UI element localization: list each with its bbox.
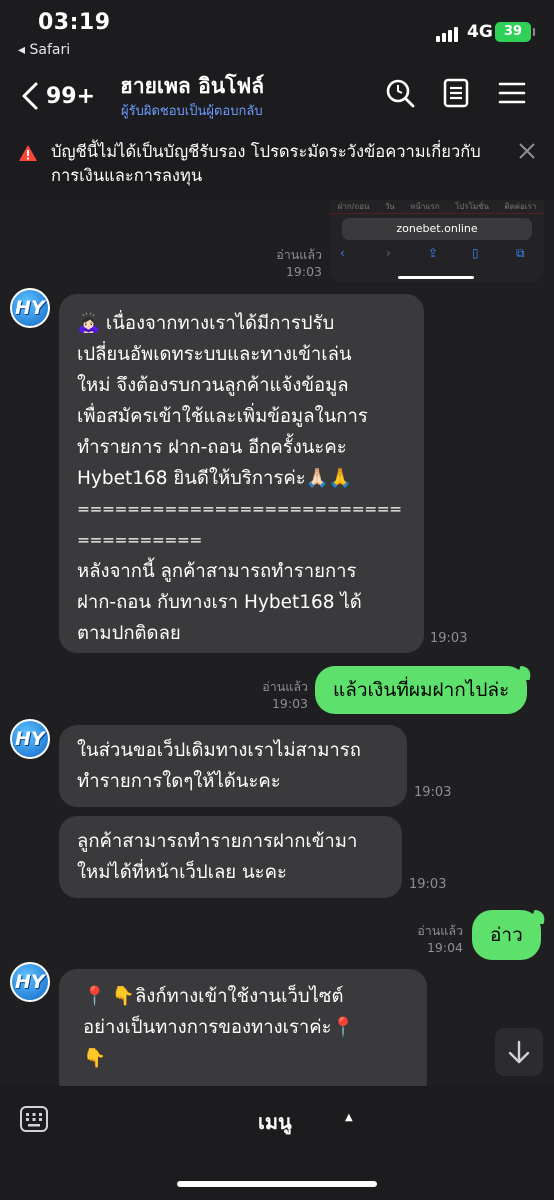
message-line: ใหม่ จึงต้องรบกวนลูกค้าแจ้งข้อมูล (77, 375, 349, 396)
warning-icon (19, 145, 37, 161)
message-line: ทำรายการใดๆให้ได้นะคะ (77, 771, 281, 792)
unverified-account-warning: บัญชีนี้ไม่ได้เป็นบัญชีรับรอง โปรดระมัดร… (0, 130, 554, 200)
message-line: 👇 (83, 1048, 107, 1069)
close-icon[interactable] (518, 142, 536, 160)
message-line: ลูกค้าสามารถทำรายการฝากเข้ามา (77, 831, 358, 852)
avatar-text: HY (15, 971, 45, 993)
read-receipt: อ่านแล้ว (276, 247, 322, 262)
preview-home-indicator (398, 276, 474, 279)
preview-forward-icon: › (386, 246, 391, 260)
keyboard-icon[interactable] (20, 1106, 48, 1132)
message-line: ตามปกติดลย (77, 623, 181, 644)
network-type: 4G (467, 22, 493, 42)
message-time: 19:03 (414, 785, 452, 800)
preview-tab: ติดต่อเรา (504, 202, 537, 211)
message-line: เปลี่ยนอัพเดทระบบและทางเข้าเล่น (77, 344, 352, 365)
message-line: เพื่อสมัครเข้าใช้และเพิ่มข้อมูลในการ (77, 406, 368, 427)
preview-url-bar: zonebet.online (342, 218, 532, 240)
message-line: ทำรายการ ฝาก-ถอน อีกครั้งนะคะ (77, 437, 347, 458)
preview-tab: ฝาก/ถอน (337, 202, 370, 211)
outgoing-message[interactable]: แล้วเงินที่ผมฝากไปล่ะ (315, 666, 528, 714)
back-to-safari-link[interactable]: ◂ Safari (18, 42, 70, 58)
message-time: 19:03 (285, 264, 322, 279)
incoming-message[interactable]: 📍 👇ลิงก์ทางเข้าใช้งานเว็บไซต์ อย่างเป็นท… (59, 969, 427, 1086)
message-meta: อ่านแล้ว 19:04 (401, 922, 463, 956)
preview-tabs-icon: ⧉ (516, 246, 525, 260)
preview-bookmarks-icon: ▯ (472, 246, 479, 260)
message-line: 🙇🏻‍♀️ เนื่องจากทางเราได้มีการปรับ (77, 313, 335, 334)
message-meta: อ่านแล้ว 19:03 (260, 246, 322, 280)
chat-title[interactable]: ฮายเพล อินโฟล์ (120, 70, 264, 103)
outgoing-message[interactable]: อ่าว (472, 910, 541, 960)
warning-text: บัญชีนี้ไม่ได้เป็นบัญชีรับรอง โปรดระมัดร… (51, 142, 481, 185)
message-line: ========================== (77, 500, 402, 518)
preview-tab: โปรโมชั่น (454, 202, 490, 211)
status-bar: 03:19 ◂ Safari 4G 39 (0, 0, 554, 64)
avatar-text: HY (15, 297, 45, 319)
rich-menu-toggle[interactable]: เมนู (258, 1106, 292, 1138)
message-meta: อ่านแล้ว 19:03 (246, 678, 308, 712)
message-line: Hybet168 ยินดีให้บริการค่ะ🙏🏻🙏 (77, 468, 352, 489)
incoming-message[interactable]: ในส่วนขอเว็ปเดิมทางเราไม่สามารถ ทำรายการ… (59, 725, 407, 807)
preview-nav-icons: ‹ › ⇪ ▯ ⧉ (330, 246, 544, 262)
preview-tabs: ฝาก/ถอน วัน หน้าแรก โปรโมชั่น ติดต่อเรา (330, 200, 544, 214)
avatar[interactable]: HY (10, 719, 50, 759)
preview-share-icon: ⇪ (428, 246, 439, 260)
image-message[interactable]: ฝาก/ถอน วัน หน้าแรก โปรโมชั่น ติดต่อเรา … (330, 200, 544, 282)
bottom-menu-bar: เมนู ▲ (0, 1086, 554, 1200)
caret-up-icon: ▲ (345, 1112, 353, 1123)
incoming-message[interactable]: 🙇🏻‍♀️ เนื่องจากทางเราได้มีการปรับ เปลี่ย… (59, 294, 424, 653)
message-line: ใหม่ได้ที่หน้าเว็ปเลย นะคะ (77, 862, 287, 883)
chat-area[interactable]: ฝาก/ถอน วัน หน้าแรก โปรโมชั่น ติดต่อเรา … (0, 200, 554, 1086)
scroll-down-icon (508, 1040, 530, 1064)
home-indicator[interactable] (177, 1181, 377, 1187)
read-receipt: อ่านแล้ว (417, 923, 463, 938)
preview-tab: วัน (384, 202, 395, 211)
message-line: 📍 👇ลิงก์ทางเข้าใช้งานเว็บไซต์ (83, 986, 344, 1007)
notes-icon[interactable] (441, 78, 471, 108)
message-line: ในส่วนขอเว็ปเดิมทางเราไม่สามารถ (77, 740, 361, 761)
status-time: 03:19 (38, 10, 111, 35)
chat-header: 99+ ฮายเพล อินโฟล์ ผู้รับผิดชอบเป็นผู้ตอ… (0, 64, 554, 130)
avatar[interactable]: HY (10, 962, 50, 1002)
chat-subtitle: ผู้รับผิดชอบเป็นผู้ตอบกลับ (121, 104, 263, 119)
avatar-text: HY (15, 728, 45, 750)
message-time: 19:03 (271, 696, 308, 711)
message-line: ========== (77, 531, 202, 549)
incoming-message[interactable]: ลูกค้าสามารถทำรายการฝากเข้ามา ใหม่ได้ที่… (59, 816, 402, 898)
preview-back-icon: ‹ (340, 246, 345, 260)
message-line: อย่างเป็นทางการของทางเราค่ะ📍 (83, 1017, 355, 1038)
read-receipt: อ่านแล้ว (262, 679, 308, 694)
search-icon[interactable] (385, 78, 415, 108)
preview-tab: หน้าแรก (410, 202, 440, 211)
message-time: 19:04 (426, 940, 463, 955)
message-time: 19:03 (409, 877, 447, 892)
message-line: ฝาก-ถอน กับทางเรา Hybet168 ได้ (77, 592, 362, 613)
scroll-to-bottom-button[interactable] (495, 1028, 543, 1076)
back-chevron-icon (22, 82, 38, 110)
unread-count: 99+ (46, 83, 96, 109)
message-time: 19:03 (430, 631, 468, 646)
cellular-signal-icon (436, 26, 462, 42)
menu-icon[interactable] (497, 78, 527, 108)
avatar[interactable]: HY (10, 288, 50, 328)
back-button[interactable]: 99+ (20, 76, 95, 116)
battery-indicator: 39 (495, 22, 535, 42)
message-line: หลังจากนี้ ลูกค้าสามารถทำรายการ (77, 561, 357, 582)
